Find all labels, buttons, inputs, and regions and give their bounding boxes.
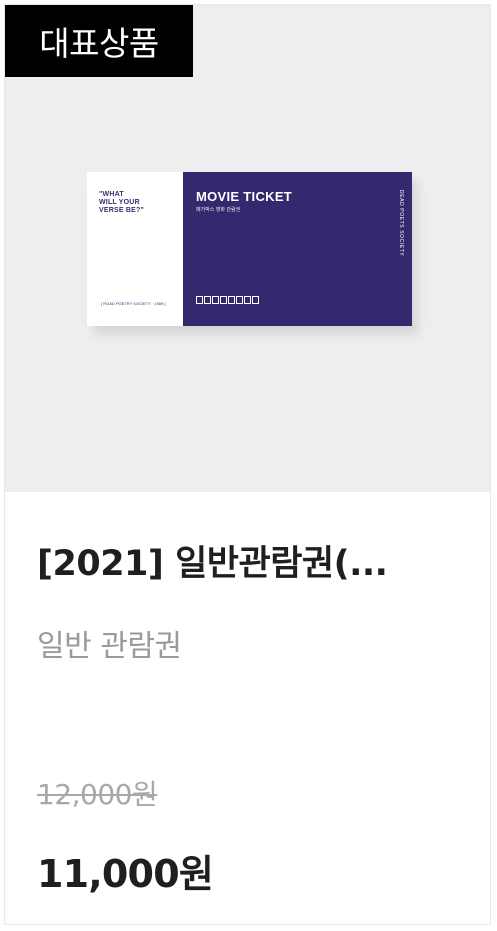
ticket-logo-box xyxy=(212,296,219,304)
ticket-logo-row xyxy=(196,296,259,304)
product-thumbnail[interactable]: "WHAT WILL YOUR VERSE BE?" [ ROAD POETRY… xyxy=(5,5,490,492)
ticket-logo-box xyxy=(244,296,251,304)
ticket-logo-box xyxy=(228,296,235,304)
ticket-vertical-text: DEAD POETS SOCIETY xyxy=(398,190,404,257)
sale-price: 11,000원 xyxy=(37,852,214,896)
ticket-logo-box xyxy=(220,296,227,304)
ticket-title: MOVIE TICKET xyxy=(196,189,293,204)
ticket-logo-box xyxy=(252,296,259,304)
ticket-stub-footer: [ ROAD POETRY SOCIETY · 1989 ] xyxy=(101,301,166,306)
ticket-main: MOVIE TICKET 메가박스 영화 관람권 DEAD POETS SOCI… xyxy=(183,172,412,326)
ticket-stub: "WHAT WILL YOUR VERSE BE?" [ ROAD POETRY… xyxy=(87,172,183,326)
ticket-logo-box xyxy=(204,296,211,304)
ticket-logo-box xyxy=(236,296,243,304)
ticket-subtitle: 메가박스 영화 관람권 xyxy=(196,207,241,213)
ticket-logo-box xyxy=(196,296,203,304)
featured-badge: 대표상품 xyxy=(5,5,193,77)
ticket-stub-quote: "WHAT WILL YOUR VERSE BE?" xyxy=(99,191,144,214)
ticket-image: "WHAT WILL YOUR VERSE BE?" [ ROAD POETRY… xyxy=(87,172,412,326)
product-card[interactable]: "WHAT WILL YOUR VERSE BE?" [ ROAD POETRY… xyxy=(4,4,491,925)
product-subtitle: 일반 관람권 xyxy=(37,629,182,664)
product-title[interactable]: [2021] 일반관람권(... xyxy=(37,535,457,586)
original-price: 12,000원 xyxy=(37,778,158,811)
